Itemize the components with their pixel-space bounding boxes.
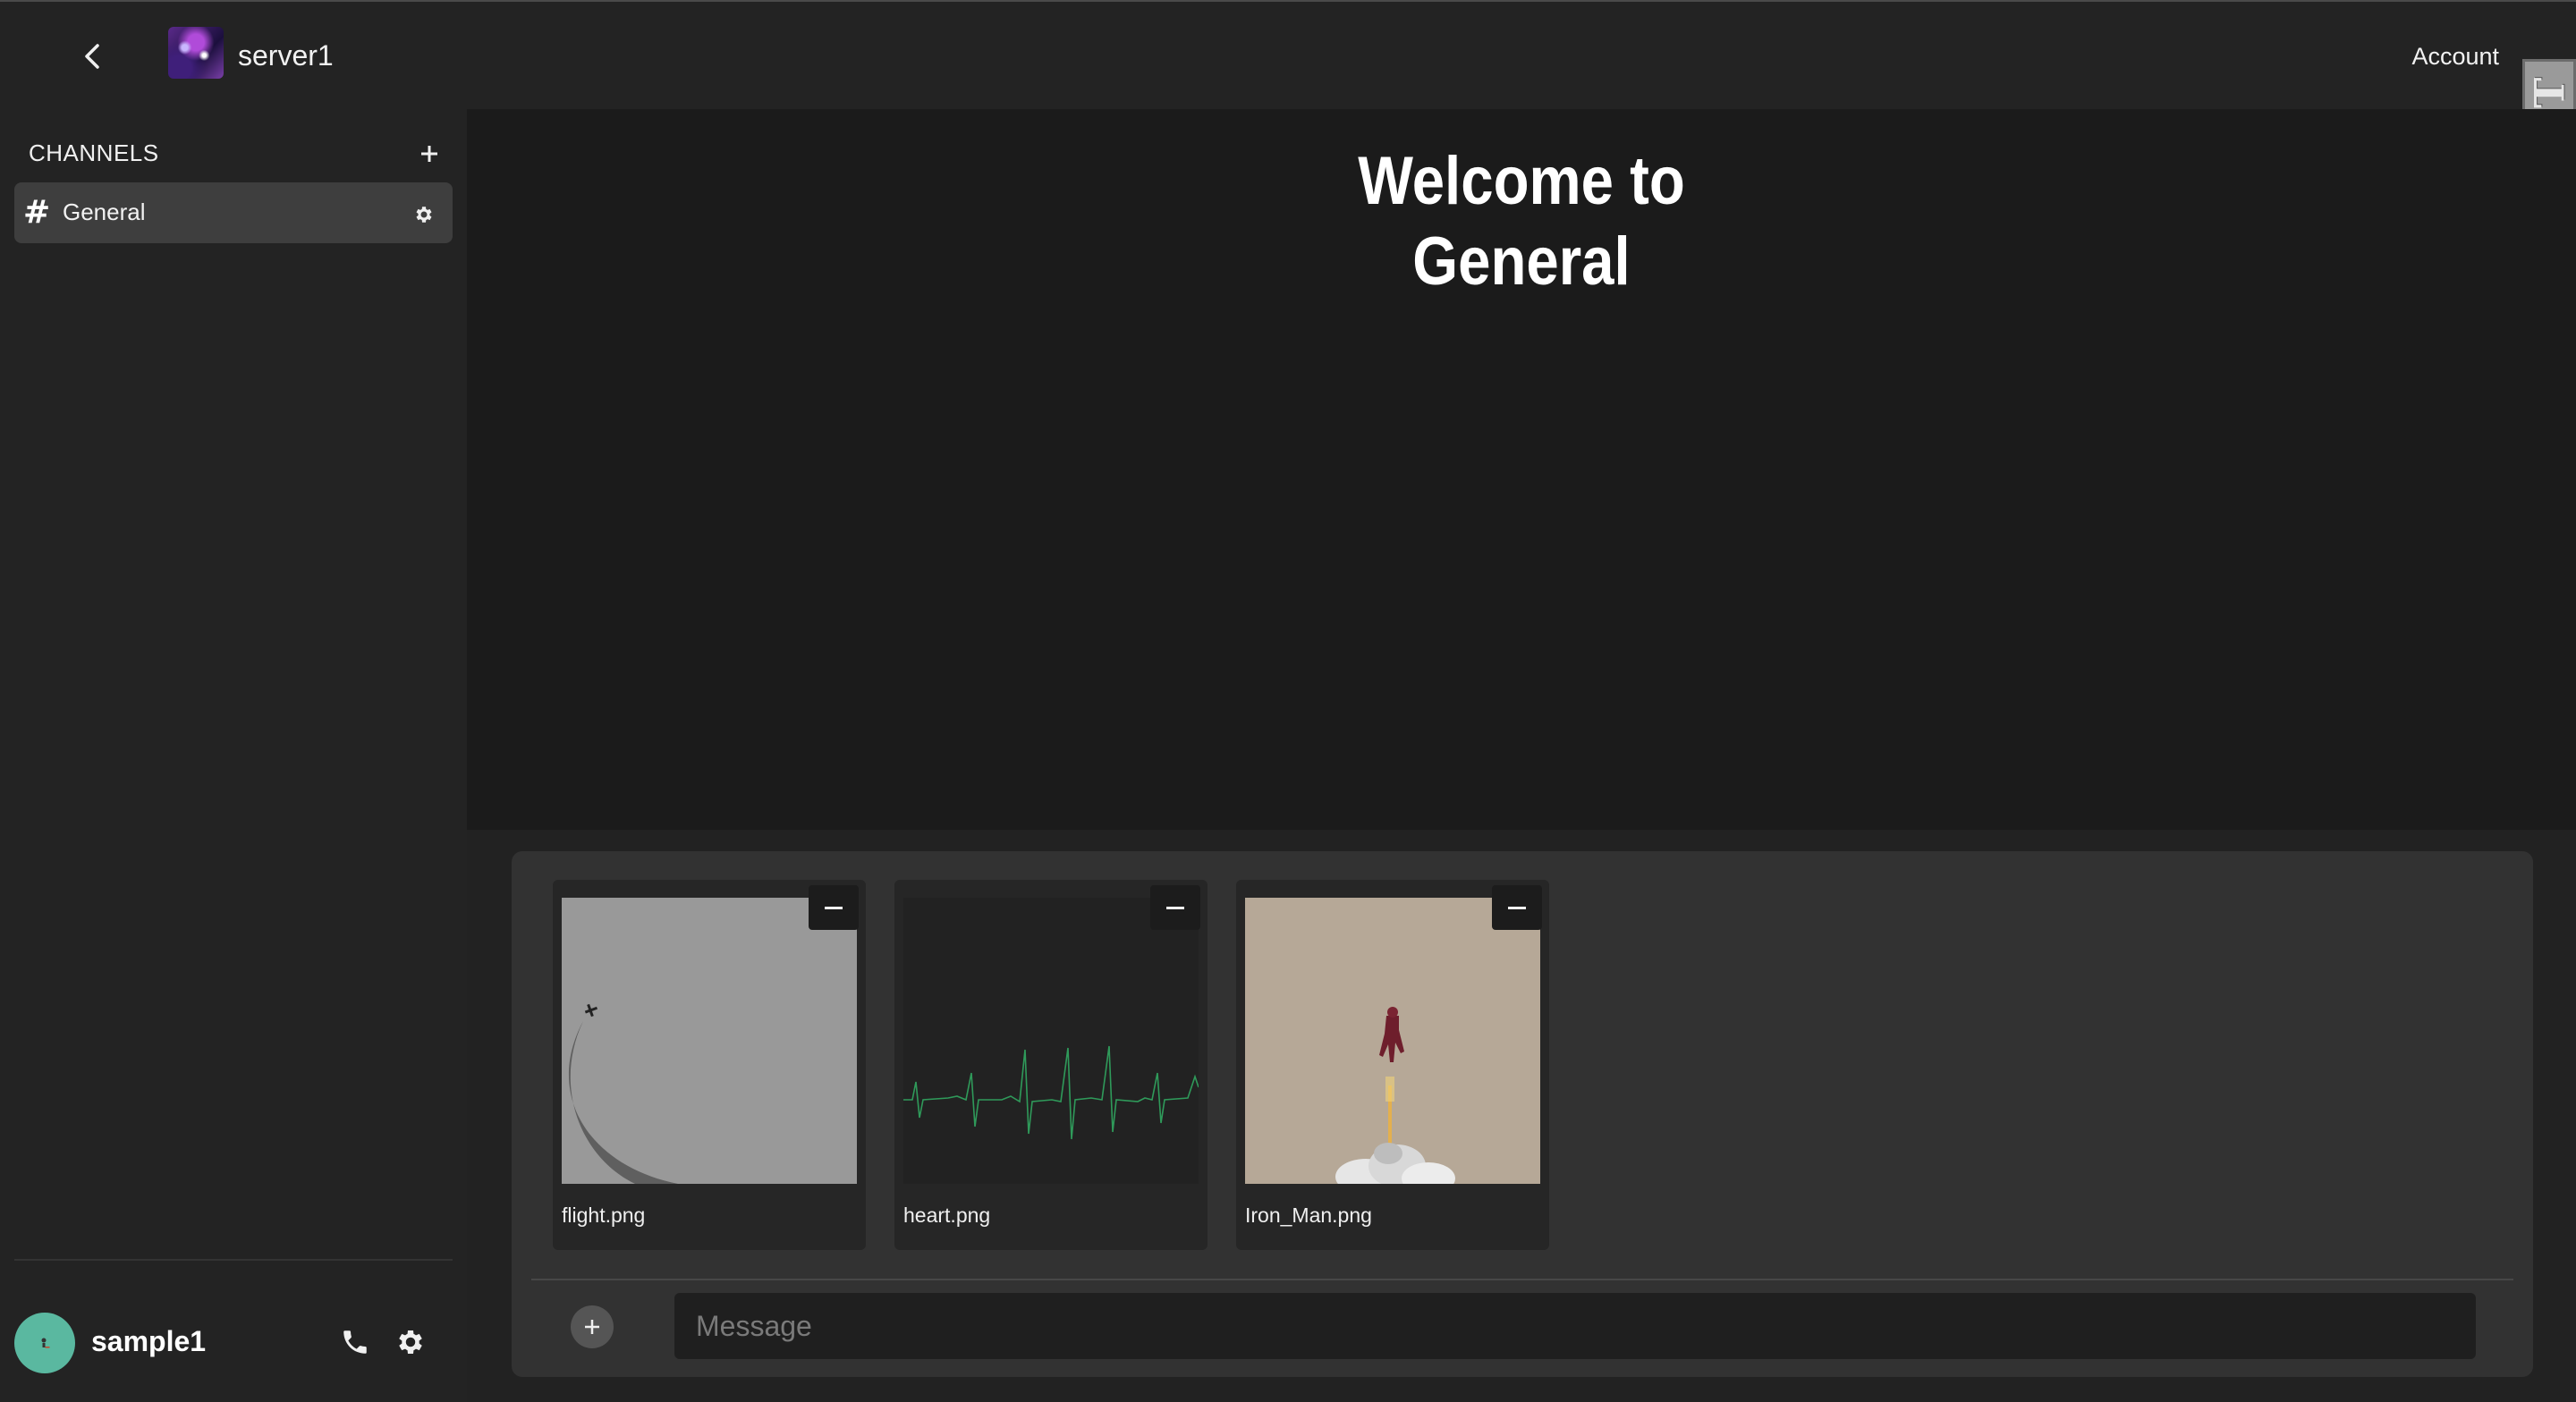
hash-icon: #	[23, 194, 51, 231]
avatar[interactable]	[14, 1313, 75, 1373]
attachment-thumbnail	[562, 898, 857, 1184]
message-composer: flight.png heart.png Iron_Man.png Messag…	[512, 851, 2533, 1377]
gear-icon	[416, 207, 432, 223]
attach-button[interactable]	[571, 1305, 614, 1348]
attachment-thumbnail	[903, 898, 1199, 1184]
composer-divider	[531, 1279, 2513, 1280]
heart-image	[903, 1045, 1199, 1140]
sidebar-item-general[interactable]: # General	[14, 182, 453, 243]
phone-icon	[343, 1330, 367, 1354]
server-avatar[interactable]	[168, 27, 224, 79]
call-button[interactable]	[336, 1323, 374, 1361]
page-title: Welcome to General	[467, 141, 2576, 302]
sidebar: CHANNELS # General sample1	[0, 109, 467, 1402]
message-input[interactable]	[674, 1293, 2476, 1359]
channel-label: General	[63, 198, 146, 225]
user-settings-button[interactable]	[392, 1323, 429, 1361]
account-link[interactable]: Account	[2411, 41, 2499, 72]
back-button[interactable]	[72, 36, 113, 77]
user-name: sample1	[91, 1325, 207, 1357]
chevron-left-icon	[85, 44, 99, 69]
channels-header: CHANNELS	[29, 139, 159, 166]
welcome-line-1: Welcome to	[1358, 143, 1685, 219]
attachment-filename: Iron_Man.png	[1245, 1204, 1372, 1227]
plus-circle-icon	[585, 1320, 599, 1334]
server-name: server1	[238, 39, 334, 72]
attachment-card[interactable]: Iron_Man.png	[1236, 880, 1549, 1250]
attachment-filename: flight.png	[562, 1204, 646, 1227]
plus-icon	[421, 146, 437, 162]
welcome-line-2: General	[1412, 224, 1631, 300]
iron-man-image	[1335, 1007, 1455, 1184]
sidebar-divider	[14, 1259, 453, 1261]
flight-image	[568, 1003, 678, 1184]
gear-icon	[399, 1330, 422, 1355]
app-window: server1 Account FDT CHANNELS # General	[0, 0, 2576, 1402]
attachment-thumbnail	[1245, 898, 1540, 1184]
avatar-figure-icon	[41, 1338, 50, 1348]
main-content: Welcome to General flight.png heart.png …	[467, 109, 2576, 1402]
remove-attachment-button[interactable]	[1492, 885, 1542, 930]
attachment-filename: heart.png	[903, 1204, 991, 1227]
minus-icon	[825, 906, 843, 909]
add-channel-button[interactable]	[413, 138, 445, 170]
attachment-card[interactable]: flight.png	[553, 880, 866, 1250]
attachment-card[interactable]: heart.png	[894, 880, 1208, 1250]
top-bar: server1 Account FDT	[0, 0, 2576, 193]
minus-icon	[1166, 906, 1184, 909]
composer-area: flight.png heart.png Iron_Man.png Messag…	[467, 830, 2576, 1402]
remove-attachment-button[interactable]	[809, 885, 859, 930]
minus-icon	[1508, 906, 1526, 909]
channel-settings-button[interactable]	[411, 202, 436, 227]
remove-attachment-button[interactable]	[1150, 885, 1200, 930]
